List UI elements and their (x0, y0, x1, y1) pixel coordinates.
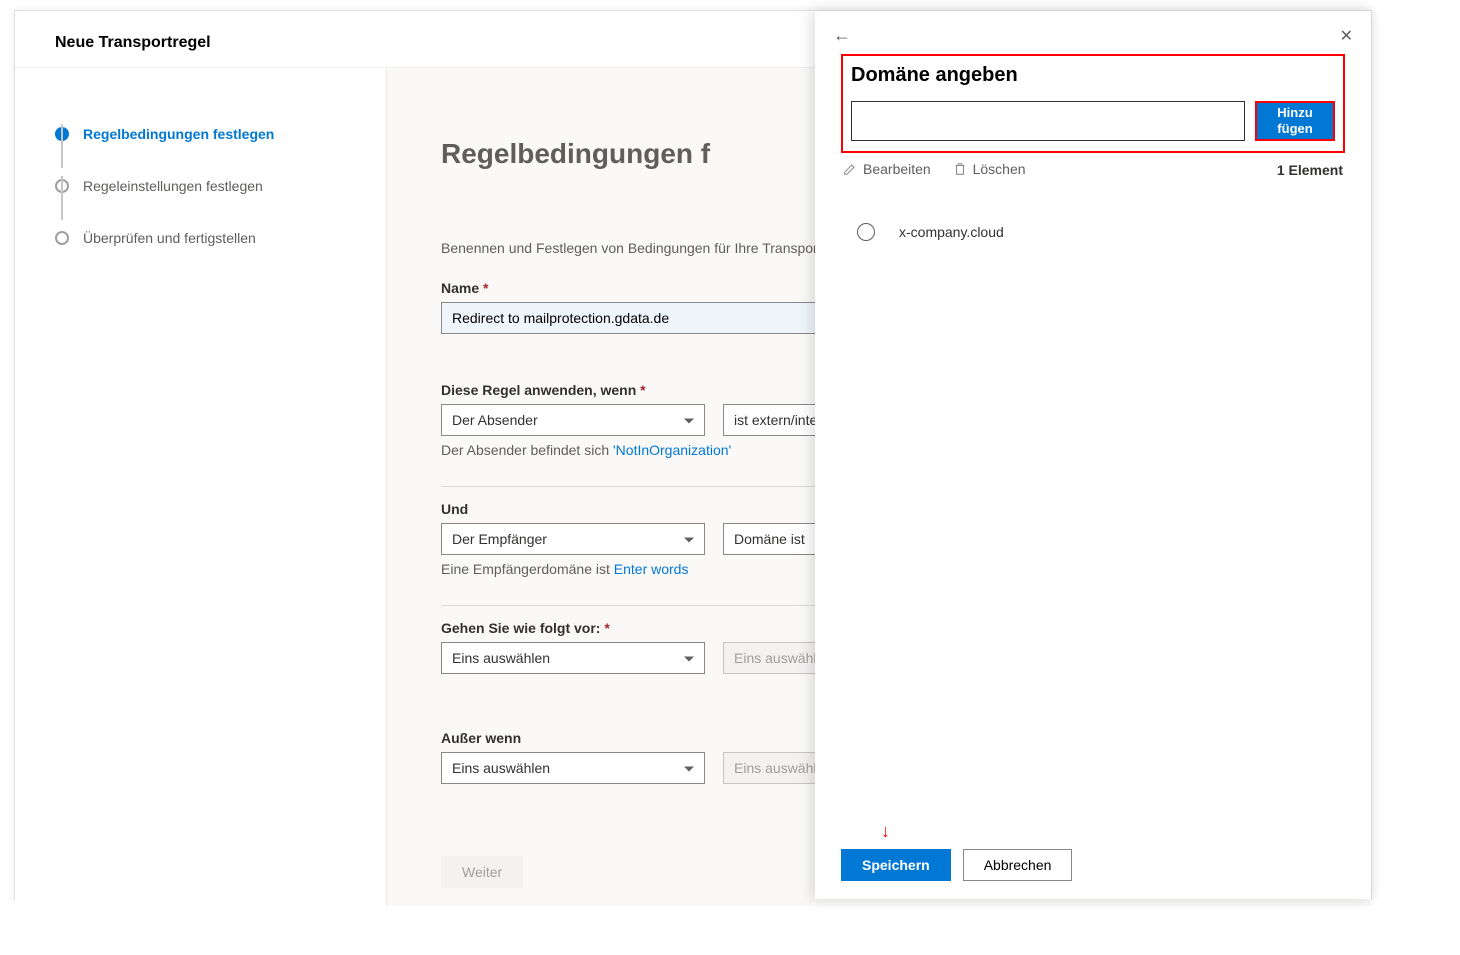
step-label: Regelbedingungen festlegen (83, 108, 274, 160)
and-value-link[interactable]: Enter words (614, 561, 689, 577)
step-label: Regeleinstellungen festlegen (83, 160, 263, 212)
step-item[interactable]: Regeleinstellungen festlegen (55, 160, 366, 212)
required-star: * (604, 620, 609, 636)
apply-value-link[interactable]: 'NotInOrganization' (613, 442, 731, 458)
delete-action[interactable]: Löschen (953, 161, 1026, 177)
domain-flyout: ← ✕ Domäne angeben Hinzu fügen Bearbeite… (815, 11, 1371, 899)
highlight-annotation: Domäne angeben Hinzu fügen (841, 54, 1345, 153)
step-item[interactable]: Überprüfen und fertigstellen (55, 212, 366, 264)
save-button[interactable]: Speichern (841, 849, 951, 881)
item-count: 1 Element (1277, 162, 1343, 178)
steps-sidebar: Regelbedingungen festlegen Regeleinstell… (15, 68, 387, 906)
required-star: * (483, 280, 488, 296)
step-item[interactable]: Regelbedingungen festlegen (55, 108, 366, 160)
cancel-button[interactable]: Abbrechen (963, 849, 1073, 881)
transport-rule-dialog: Neue Transportregel ✕ Regelbedingungen f… (14, 10, 1372, 900)
flyout-title: Domäne angeben (851, 64, 1335, 87)
flyout-footer: ↓ Speichern Abbrechen (815, 833, 1371, 899)
apply-subject-select[interactable]: Der Absender (441, 404, 705, 436)
add-button[interactable]: Hinzu fügen (1255, 101, 1335, 141)
back-arrow-icon[interactable]: ← (833, 25, 851, 46)
except-subject-select[interactable]: Eins auswählen (441, 752, 705, 784)
edit-icon (843, 162, 857, 176)
domain-input[interactable] (851, 101, 1245, 141)
dialog-title: Neue Transportregel (55, 34, 211, 52)
next-button: Weiter (441, 856, 523, 888)
arrow-annotation-icon: ↓ (881, 821, 890, 842)
radio-icon[interactable] (857, 223, 875, 241)
list-item[interactable]: x-company.cloud (857, 215, 1345, 249)
domain-name: x-company.cloud (899, 224, 1004, 240)
trash-icon (953, 162, 967, 176)
close-icon[interactable]: ✕ (1340, 26, 1353, 46)
step-bullet-icon (55, 231, 69, 245)
action-bar: Bearbeiten Löschen 1 Element (841, 153, 1345, 185)
required-star: * (640, 382, 645, 398)
edit-action[interactable]: Bearbeiten (843, 161, 931, 177)
step-label: Überprüfen und fertigstellen (83, 212, 256, 264)
domain-list: x-company.cloud (841, 215, 1345, 249)
do-action-select[interactable]: Eins auswählen (441, 642, 705, 674)
and-subject-select[interactable]: Der Empfänger (441, 523, 705, 555)
